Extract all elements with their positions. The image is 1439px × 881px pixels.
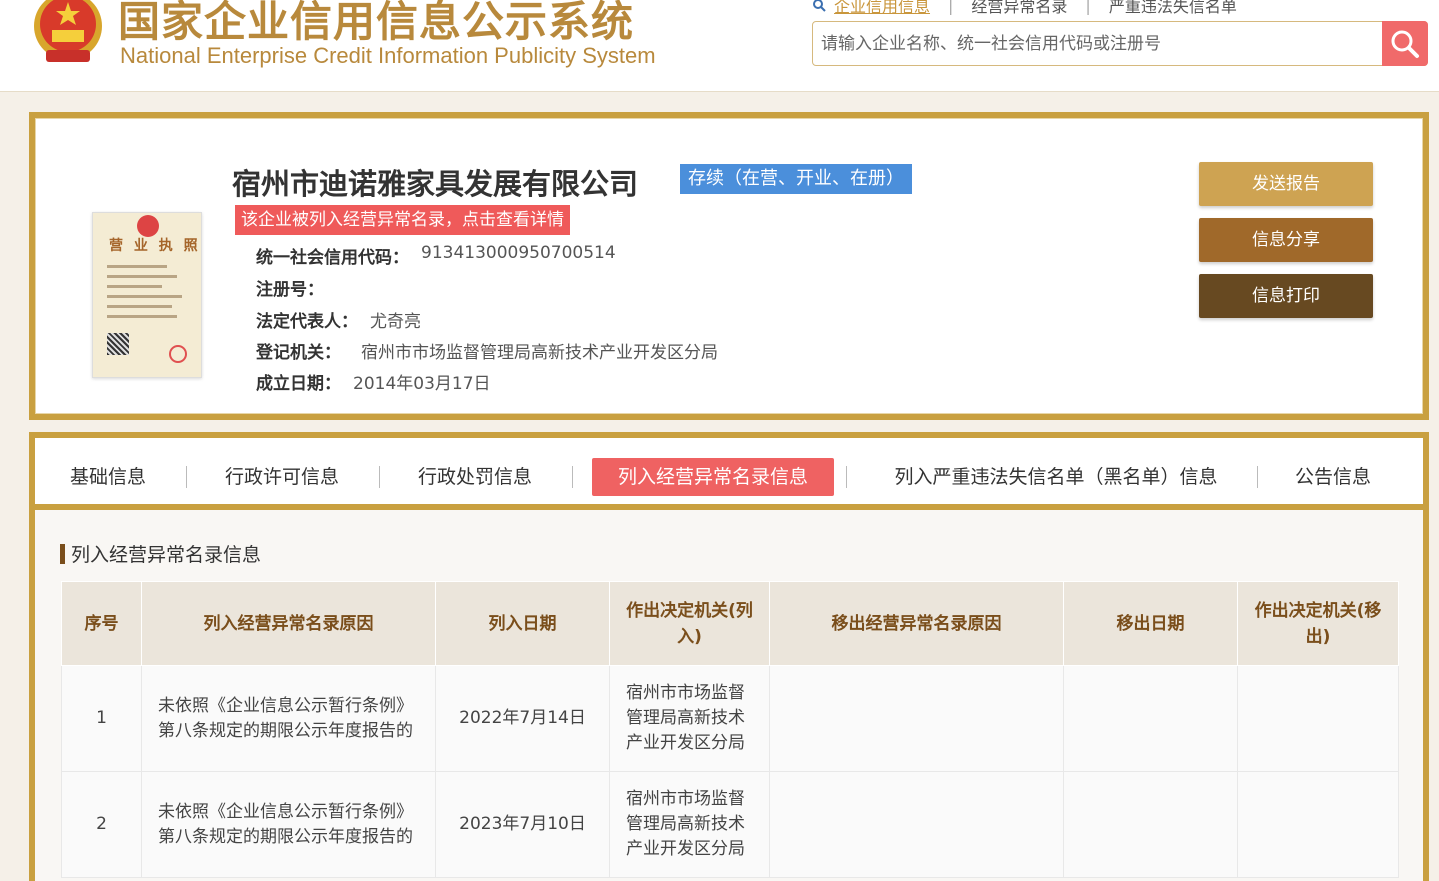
info-label: 成立日期：: [256, 374, 341, 394]
company-card-inner: 营 业 执 照 宿州市迪诺雅家具发展有限公司 存续（在营、开业、在册） 该企业被…: [35, 118, 1423, 414]
search-button[interactable]: [1382, 21, 1428, 66]
tab-basic-info[interactable]: 基础信息: [68, 458, 148, 496]
section-title-text: 列入经营异常名录信息: [71, 544, 262, 566]
abnormal-alert-link[interactable]: 该企业被列入经营异常名录，点击查看详情: [235, 205, 570, 235]
license-text-line: [107, 265, 167, 268]
company-name: 宿州市迪诺雅家具发展有限公司: [232, 167, 639, 201]
table-row: 2 未依照《企业信息公示暂行条例》第八条规定的期限公示年度报告的 2023年7月…: [61, 771, 1399, 878]
table-cell: 2: [61, 771, 142, 878]
tab-bar: 基础信息 行政许可信息 行政处罚信息 列入经营异常名录信息 列入严重违法失信名单…: [35, 438, 1423, 510]
site-header: 国家企业信用信息公示系统 National Enterprise Credit …: [0, 0, 1439, 92]
license-text-line: [107, 295, 182, 298]
license-title: 营 业 执 照: [109, 238, 201, 254]
search-icon: [813, 0, 826, 12]
tab-divider: [572, 466, 573, 488]
license-text-line: [107, 315, 177, 318]
search-input[interactable]: [813, 22, 1383, 65]
column-header: 移出经营异常名录原因: [769, 581, 1064, 666]
license-emblem-icon: [137, 215, 159, 237]
link-abnormal-list[interactable]: 经营异常名录: [953, 0, 1085, 17]
info-value: 2014年03月17日: [353, 374, 491, 394]
info-label: 登记机关：: [256, 343, 341, 363]
table-row: 1 未依照《企业信息公示暂行条例》第八条规定的期限公示年度报告的 2022年7月…: [61, 665, 1399, 772]
column-header: 移出日期: [1063, 581, 1238, 666]
info-row-reg-number: 注册号：: [256, 275, 324, 300]
info-row-legal-rep: 法定代表人： 尤奇亮: [256, 307, 421, 332]
table-cell: 1: [61, 665, 142, 772]
table-cell: [769, 771, 1064, 878]
tab-divider: [379, 466, 380, 488]
info-row-authority: 登记机关： 宿州市市场监督管理局高新技术产业开发区分局: [256, 338, 718, 363]
info-label: 统一社会信用代码：: [256, 248, 409, 268]
column-header: 列入日期: [435, 581, 610, 666]
details-panel: 基础信息 行政许可信息 行政处罚信息 列入经营异常名录信息 列入严重违法失信名单…: [29, 432, 1429, 881]
table-cell: 2022年7月14日: [435, 665, 610, 772]
section-title: 列入经营异常名录信息: [60, 540, 261, 567]
table-cell: 宿州市市场监督管理局高新技术产业开发区分局: [609, 665, 770, 772]
send-report-button[interactable]: 发送报告: [1199, 162, 1373, 206]
print-info-button[interactable]: 信息打印: [1199, 274, 1373, 318]
company-card: 营 业 执 照 宿州市迪诺雅家具发展有限公司 存续（在营、开业、在册） 该企业被…: [29, 112, 1429, 420]
table-cell: [1237, 665, 1399, 772]
business-license-thumbnail[interactable]: 营 业 执 照: [92, 212, 202, 378]
column-header: 列入经营异常名录原因: [141, 581, 436, 666]
tab-admin-license[interactable]: 行政许可信息: [221, 458, 343, 496]
license-text-line: [107, 305, 172, 308]
table-cell: 未依照《企业信息公示暂行条例》第八条规定的期限公示年度报告的: [141, 665, 436, 772]
license-text-line: [107, 285, 162, 288]
column-header: 序号: [61, 581, 142, 666]
section-marker: [60, 543, 65, 564]
table-cell: [1237, 771, 1399, 878]
info-label: 法定代表人：: [256, 312, 358, 332]
column-header: 作出决定机关(列入): [609, 581, 770, 666]
link-blacklist[interactable]: 严重违法失信名单: [1091, 0, 1255, 17]
table-cell: 宿州市市场监督管理局高新技术产业开发区分局: [609, 771, 770, 878]
abnormal-list-table: 序号 列入经营异常名录原因 列入日期 作出决定机关(列入) 移出经营异常名录原因…: [61, 581, 1399, 878]
tab-admin-penalty[interactable]: 行政处罚信息: [414, 458, 536, 496]
info-row-founded: 成立日期： 2014年03月17日: [256, 369, 491, 394]
tab-divider: [846, 466, 847, 488]
table-header-row: 序号 列入经营异常名录原因 列入日期 作出决定机关(列入) 移出经营异常名录原因…: [61, 581, 1399, 666]
license-seal-icon: [169, 345, 187, 363]
tab-blacklist[interactable]: 列入严重违法失信名单（黑名单）信息: [881, 458, 1231, 496]
table-cell: 未依照《企业信息公示暂行条例》第八条规定的期限公示年度报告的: [141, 771, 436, 878]
license-qr-code: [107, 333, 129, 355]
table-cell: [1063, 771, 1238, 878]
table-cell: 2023年7月10日: [435, 771, 610, 878]
info-label: 注册号：: [256, 280, 324, 300]
info-value: 913413000950700514: [421, 243, 616, 263]
tab-divider: [1257, 466, 1258, 488]
national-emblem-icon: [34, 0, 102, 62]
table-cell: [1063, 665, 1238, 772]
info-value: 宿州市市场监督管理局高新技术产业开发区分局: [361, 343, 718, 363]
column-header: 作出决定机关(移出): [1237, 581, 1399, 666]
share-info-button[interactable]: 信息分享: [1199, 218, 1373, 262]
info-value: 尤奇亮: [370, 312, 421, 332]
search-box: [812, 21, 1428, 66]
status-badge: 存续（在营、开业、在册）: [680, 164, 912, 194]
table-cell: [769, 665, 1064, 772]
info-row-credit-code: 统一社会信用代码： 913413000950700514: [256, 243, 616, 268]
site-logo-chinese[interactable]: 国家企业信用信息公示系统: [118, 0, 634, 49]
search-icon: [1391, 30, 1419, 58]
search-type-links: 企业信用信息 | 经营异常名录 | 严重违法失信名单: [812, 0, 1255, 17]
site-logo-english[interactable]: National Enterprise Credit Information P…: [120, 43, 656, 69]
license-text-line: [107, 275, 177, 278]
link-enterprise-credit[interactable]: 企业信用信息: [826, 0, 948, 17]
tab-divider: [186, 466, 187, 488]
tab-announcements[interactable]: 公告信息: [1293, 458, 1373, 496]
tab-abnormal-list[interactable]: 列入经营异常名录信息: [592, 458, 834, 496]
